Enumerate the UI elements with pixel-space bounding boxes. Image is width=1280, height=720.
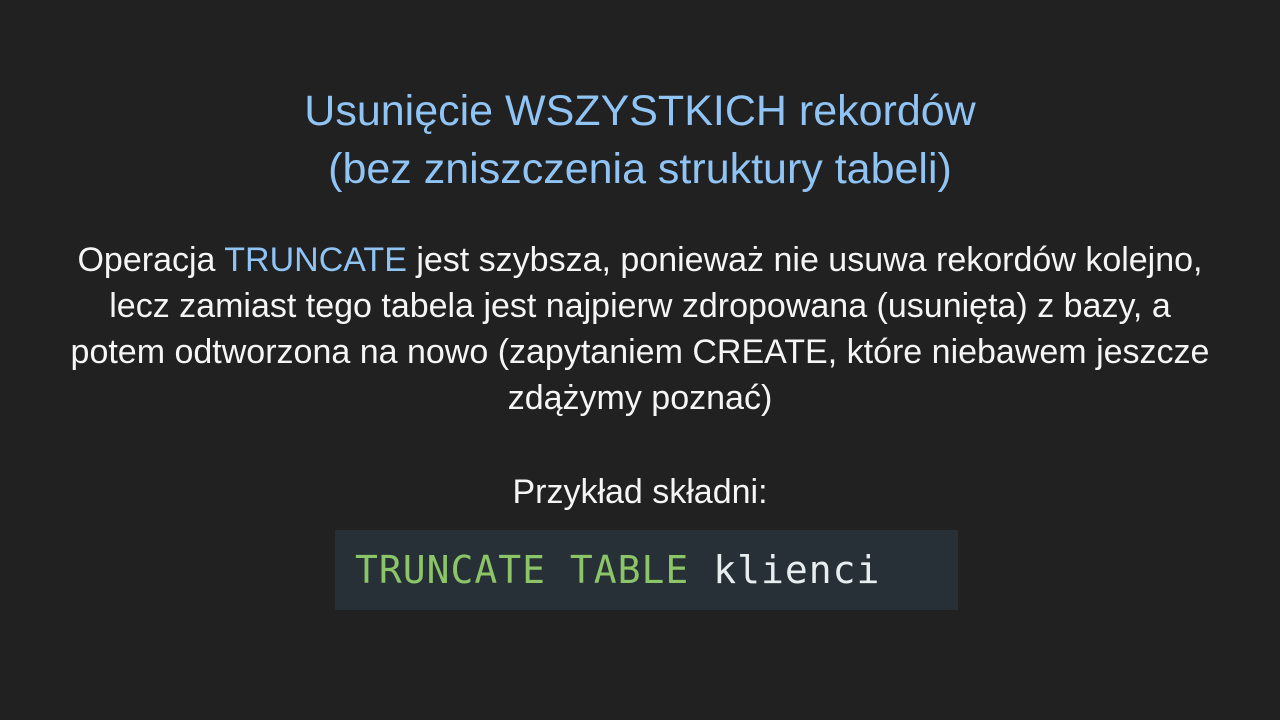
code-block: TRUNCATE TABLE klienci: [335, 530, 958, 610]
title-line-2: (bez zniszczenia struktury tabeli): [328, 145, 952, 193]
title-line-1: Usunięcie WSZYSTKICH rekordów: [304, 87, 976, 135]
example-label: Przykład składni:: [512, 473, 768, 511]
truncate-highlight: TRUNCATE: [224, 241, 407, 279]
description-paragraph: Operacja TRUNCATE jest szybsza, ponieważ…: [60, 237, 1220, 421]
description-prefix: Operacja: [77, 241, 225, 279]
slide-title: Usunięcie WSZYSTKICH rekordów (bez znisz…: [0, 82, 1280, 198]
code-keywords: TRUNCATE TABLE: [355, 548, 690, 592]
code-identifier: klienci: [713, 548, 881, 592]
